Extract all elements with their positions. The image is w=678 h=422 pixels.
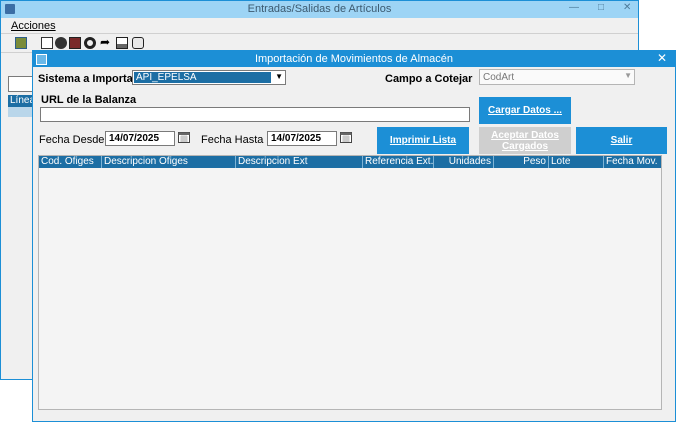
grid-col-lote[interactable]: Lote xyxy=(549,156,604,168)
sistema-select-value: API_EPELSA xyxy=(134,72,271,83)
campo-select-value: CodArt xyxy=(483,72,515,83)
close-icon[interactable]: ✕ xyxy=(623,2,631,13)
movements-grid[interactable]: Cod. Ofiges Descripcion Ofiges Descripci… xyxy=(38,155,662,410)
background-search-input[interactable] xyxy=(8,76,34,92)
print-icon[interactable] xyxy=(69,37,81,49)
menu-bar: Acciones xyxy=(1,18,638,34)
grid-col-cod-ofiges[interactable]: Cod. Ofiges xyxy=(39,156,102,168)
aceptar-datos-button[interactable]: Aceptar Datos Cargados xyxy=(479,127,571,154)
background-window-title: Entradas/Salidas de Artículos xyxy=(247,3,392,15)
fecha-hasta-label: Fecha Hasta xyxy=(201,134,264,146)
sistema-select[interactable]: API_EPELSA ▼ xyxy=(132,70,286,85)
calendar-icon[interactable] xyxy=(178,131,190,143)
fecha-desde-label: Fecha Desde xyxy=(39,134,105,146)
grid-col-referencia-ext[interactable]: Referencia Ext. xyxy=(363,156,434,168)
background-grid-selected-row[interactable] xyxy=(8,107,34,117)
url-input[interactable] xyxy=(40,107,470,122)
fecha-desde-input[interactable]: 14/07/2025 xyxy=(105,131,175,146)
menu-item-acciones[interactable]: Acciones xyxy=(11,20,56,32)
imprimir-lista-button[interactable]: Imprimir Lista xyxy=(377,127,469,154)
salir-button[interactable]: Salir xyxy=(576,127,667,154)
sistema-label: Sistema a Importar xyxy=(38,73,138,85)
import-dialog: Importación de Movimientos de Almacén ✕ … xyxy=(32,50,676,422)
minimize-icon[interactable]: — xyxy=(569,2,579,13)
grid-col-descripcion-ofiges[interactable]: Descripcion Ofiges xyxy=(102,156,236,168)
maximize-icon[interactable]: □ xyxy=(598,2,604,13)
fecha-hasta-input[interactable]: 14/07/2025 xyxy=(267,131,337,146)
dialog-title: Importación de Movimientos de Almacén xyxy=(254,53,454,65)
chevron-down-icon[interactable]: ▼ xyxy=(624,71,632,80)
list-icon[interactable] xyxy=(116,37,128,49)
binoculars-icon[interactable] xyxy=(84,37,96,49)
grid-header: Cod. Ofiges Descripcion Ofiges Descripci… xyxy=(39,156,661,168)
globe-icon[interactable] xyxy=(55,37,67,49)
grid-col-fecha-mov[interactable]: Fecha Mov. xyxy=(604,156,661,168)
grid-col-descripcion-ext[interactable]: Descripcion Ext xyxy=(236,156,363,168)
dialog-close-icon[interactable]: ✕ xyxy=(657,51,667,65)
redirect-arrow-icon[interactable]: ➦ xyxy=(100,36,112,48)
calendar-icon[interactable] xyxy=(340,131,352,143)
dialog-titlebar[interactable]: Importación de Movimientos de Almacén ✕ xyxy=(33,51,675,67)
import-icon[interactable] xyxy=(15,37,27,49)
grid-col-peso[interactable]: Peso xyxy=(494,156,549,168)
campo-label: Campo a Cotejar xyxy=(385,73,473,85)
url-label: URL de la Balanza xyxy=(41,94,137,106)
grid-col-unidades[interactable]: Unidades xyxy=(434,156,494,168)
background-grid-column: Línea xyxy=(8,95,34,107)
chevron-down-icon[interactable]: ▼ xyxy=(275,72,283,81)
cargar-datos-button[interactable]: Cargar Datos ... xyxy=(479,97,571,124)
tag-icon[interactable] xyxy=(132,37,144,49)
background-window-titlebar[interactable]: Entradas/Salidas de Artículos — □ ✕ xyxy=(1,1,638,18)
new-document-icon[interactable] xyxy=(41,37,53,49)
campo-select[interactable]: CodArt ▼ xyxy=(479,69,635,85)
